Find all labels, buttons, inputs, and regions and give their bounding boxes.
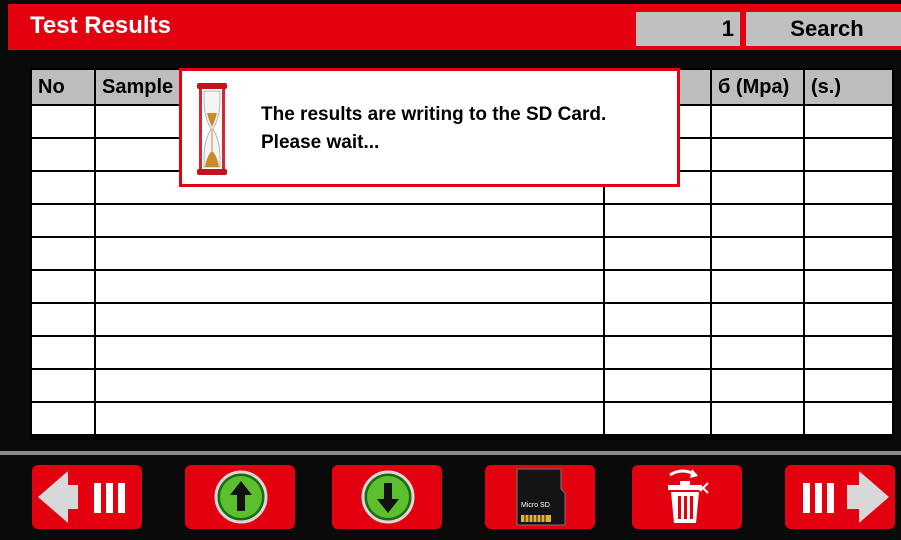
- dialog-line-2: Please wait...: [261, 132, 380, 153]
- table-cell: [803, 302, 894, 337]
- table-cell: [94, 401, 605, 436]
- hourglass-icon: [197, 83, 227, 175]
- table-cell: [30, 236, 96, 271]
- arrow-right-icon: [803, 471, 889, 523]
- table-cell: [803, 170, 894, 205]
- table-cell: [30, 203, 96, 238]
- arrow-up-icon: [214, 470, 268, 524]
- table-cell: [710, 302, 805, 337]
- table-row[interactable]: [30, 368, 894, 403]
- table-cell: [30, 335, 96, 370]
- table-cell: [94, 236, 605, 271]
- arrow-down-icon: [361, 470, 415, 524]
- table-cell: [30, 104, 96, 139]
- table-cell: [30, 269, 96, 304]
- delete-button[interactable]: [632, 465, 742, 529]
- table-cell: [30, 302, 96, 337]
- table-cell: [30, 170, 96, 205]
- table-cell: [603, 368, 712, 403]
- table-row[interactable]: [30, 335, 894, 370]
- scroll-down-button[interactable]: [332, 465, 442, 529]
- scroll-up-button[interactable]: [185, 465, 295, 529]
- page-title: Test Results: [30, 12, 171, 39]
- table-cell: [710, 137, 805, 172]
- table-cell: [603, 335, 712, 370]
- column-header-stress: б (Mpa): [710, 68, 805, 106]
- table-cell: [30, 368, 96, 403]
- table-cell: [803, 401, 894, 436]
- previous-page-button[interactable]: [32, 465, 142, 529]
- table-cell: [803, 236, 894, 271]
- column-header-time: (s.): [803, 68, 894, 106]
- table-cell: [603, 401, 712, 436]
- table-row[interactable]: [30, 269, 894, 304]
- search-input[interactable]: 1: [636, 12, 740, 46]
- trash-icon: [668, 469, 709, 523]
- table-cell: [603, 203, 712, 238]
- table-cell: [710, 236, 805, 271]
- screen: Test Results 1 Search No Sample б (Mpa) …: [0, 0, 901, 540]
- dialog-line-1: The results are writing to the SD Card.: [261, 104, 607, 125]
- arrow-left-icon: [38, 471, 125, 523]
- table-cell: [603, 302, 712, 337]
- table-cell: [710, 401, 805, 436]
- table-cell: [94, 335, 605, 370]
- table-cell: [603, 269, 712, 304]
- table-cell: [710, 104, 805, 139]
- table-cell: [710, 335, 805, 370]
- next-page-button[interactable]: [785, 465, 895, 529]
- table-cell: [803, 335, 894, 370]
- export-sd-card-button[interactable]: Micro SD: [485, 465, 595, 529]
- table-cell: [803, 269, 894, 304]
- table-cell: [803, 203, 894, 238]
- sd-card-icon: Micro SD: [516, 468, 566, 526]
- table-cell: [603, 236, 712, 271]
- table-cell: [710, 203, 805, 238]
- sd-card-label: Micro SD: [521, 502, 550, 509]
- table-cell: [94, 302, 605, 337]
- table-row[interactable]: [30, 203, 894, 238]
- table-cell: [803, 137, 894, 172]
- column-header-no: No: [30, 68, 96, 106]
- sd-write-dialog: The results are writing to the SD Card. …: [179, 68, 680, 187]
- table-row[interactable]: [30, 236, 894, 271]
- table-cell: [94, 269, 605, 304]
- table-cell: [30, 137, 96, 172]
- search-button[interactable]: Search: [746, 12, 901, 46]
- table-cell: [94, 368, 605, 403]
- table-cell: [30, 401, 96, 436]
- table-cell: [710, 170, 805, 205]
- table-cell: [94, 203, 605, 238]
- table-cell: [803, 104, 894, 139]
- table-cell: [803, 368, 894, 403]
- table-row[interactable]: [30, 302, 894, 337]
- table-cell: [710, 368, 805, 403]
- dialog-message: The results are writing to the SD Card. …: [261, 101, 606, 157]
- table-row[interactable]: [30, 401, 894, 436]
- table-cell: [710, 269, 805, 304]
- title-bar: Test Results 1 Search: [8, 4, 901, 50]
